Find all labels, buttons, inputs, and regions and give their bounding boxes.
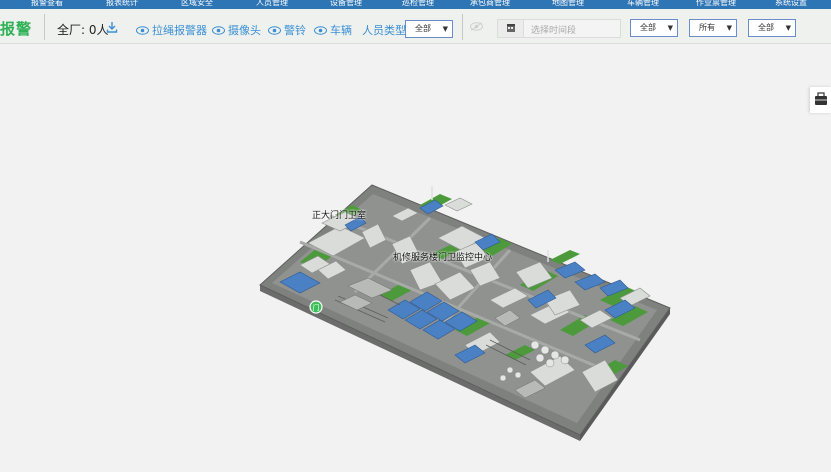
eye-icon xyxy=(268,25,281,35)
calendar-icon xyxy=(498,20,524,37)
person-type-label: 人员类型: xyxy=(362,24,410,37)
toggle-camera[interactable]: 摄像头 xyxy=(212,22,261,38)
filter-3-value: 全部 xyxy=(758,23,774,32)
divider xyxy=(462,14,463,40)
download-icon[interactable] xyxy=(106,21,118,33)
eye-icon xyxy=(212,25,225,35)
alarm-title: 报警 xyxy=(0,20,33,38)
divider xyxy=(44,14,45,40)
map-label-building[interactable]: 机修服务楼门卫监控中心 xyxy=(393,250,492,263)
top-nav: 报警查看 报表统计 区域安全 人员管理 设备管理 巡检管理 承包商管理 地图管理 车辆管理 作业票… xyxy=(0,0,831,9)
caret-down-icon: ▼ xyxy=(726,24,732,32)
date-range-input[interactable]: 选择时间段 xyxy=(497,19,621,38)
gate-marker-text: 门 xyxy=(313,303,320,312)
toggle-pull-alarm-label: 拉绳报警器 xyxy=(152,24,207,37)
personnel-count: 全厂: 0人 xyxy=(57,23,109,37)
nav-item-vehicle[interactable]: 车辆管理 xyxy=(627,0,659,7)
caret-down-icon: ▼ xyxy=(442,25,448,33)
filter-select-3[interactable]: 全部 ▼ xyxy=(748,19,796,37)
nav-item-map[interactable]: 地图管理 xyxy=(552,0,584,7)
eye-slash-icon[interactable] xyxy=(470,22,483,31)
nav-item-settings[interactable]: 系统设置 xyxy=(775,0,807,7)
caret-down-icon: ▼ xyxy=(785,24,791,32)
toggle-vehicle-label: 车辆 xyxy=(330,24,352,37)
nav-item-alarm-view[interactable]: 报警查看 xyxy=(31,0,63,7)
toggle-camera-label: 摄像头 xyxy=(228,24,261,37)
filter-select-2[interactable]: 所有 ▼ xyxy=(689,19,737,37)
person-type-value: 全部 xyxy=(415,24,431,33)
filter-1-value: 全部 xyxy=(640,23,656,32)
toggle-pull-alarm[interactable]: 拉绳报警器 xyxy=(136,22,207,38)
date-range-placeholder: 选择时间段 xyxy=(531,26,577,36)
eye-icon xyxy=(136,25,149,35)
nav-item-report-stats[interactable]: 报表统计 xyxy=(106,0,138,7)
toolbox-button[interactable] xyxy=(810,87,831,113)
nav-item-personnel[interactable]: 人员管理 xyxy=(256,0,288,7)
nav-item-contractor[interactable]: 承包商管理 xyxy=(470,0,510,7)
filter-select-1[interactable]: 全部 ▼ xyxy=(630,19,678,37)
nav-item-work-ticket[interactable]: 作业票管理 xyxy=(696,0,736,7)
toggle-siren[interactable]: 警铃 xyxy=(268,22,306,38)
map-view[interactable]: 门 正大门门卫室 机修服务楼门卫监控中心 xyxy=(0,44,831,472)
nav-item-inspection[interactable]: 巡检管理 xyxy=(402,0,434,7)
nav-item-area-safety[interactable]: 区域安全 xyxy=(181,0,213,7)
briefcase-icon xyxy=(815,92,827,105)
toggle-siren-label: 警铃 xyxy=(284,24,306,37)
map-label-gate[interactable]: 正大门门卫室 xyxy=(312,208,366,221)
person-type-select[interactable]: 全部 ▼ xyxy=(405,20,453,38)
toggle-vehicle[interactable]: 车辆 xyxy=(314,22,352,38)
caret-down-icon: ▼ xyxy=(667,24,673,32)
eye-icon xyxy=(314,25,327,35)
nav-item-equipment[interactable]: 设备管理 xyxy=(330,0,362,7)
toolbar: 报警 全厂: 0人 拉绳报警器 摄像头 警铃 车辆 人员类型: 全部 ▼ 选择时… xyxy=(0,9,831,44)
filter-2-value: 所有 xyxy=(699,23,715,32)
